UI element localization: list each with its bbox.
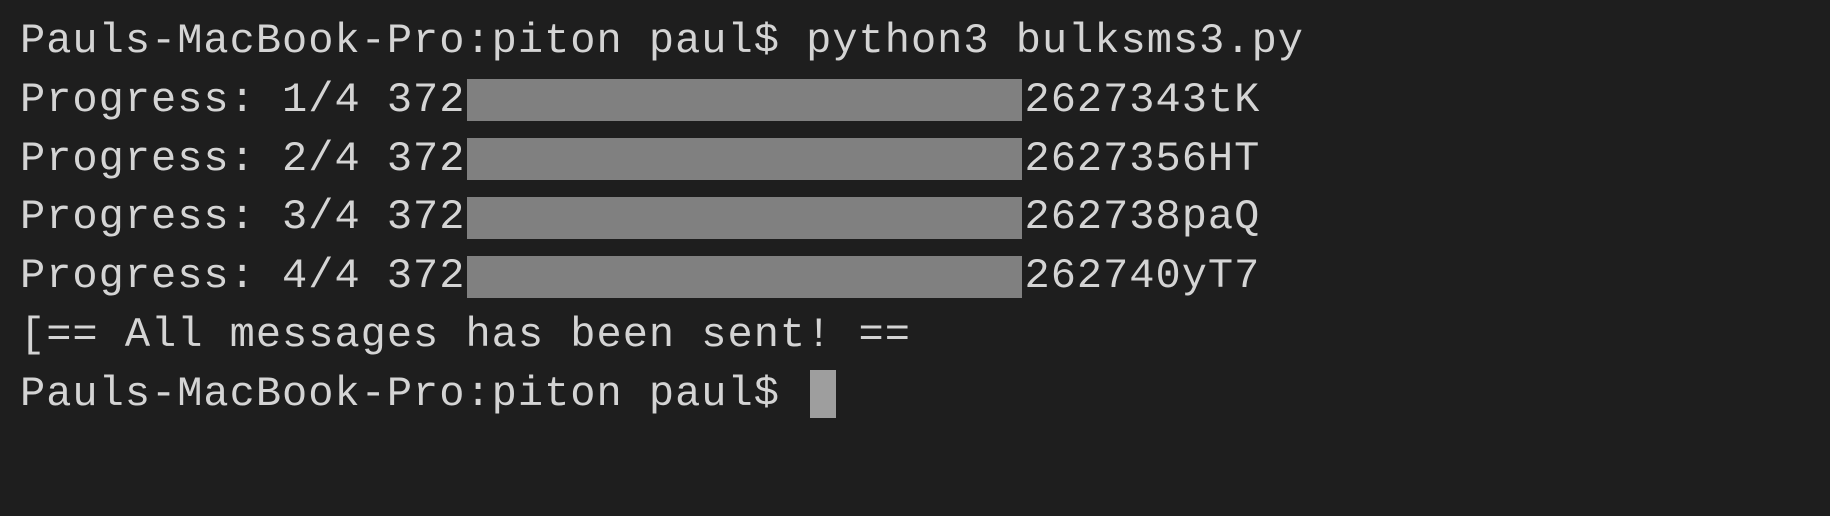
status-message: [== All messages has been sent! == xyxy=(20,306,1810,365)
command-text: python3 bulksms3.py xyxy=(806,12,1304,71)
progress-suffix: 262738paQ xyxy=(1024,188,1260,247)
progress-line: Progress: 2/4 372 2627356HT xyxy=(20,130,1810,189)
redacted-block xyxy=(467,79,1022,121)
progress-line: Progress: 3/4 372 262738paQ xyxy=(20,188,1810,247)
redacted-block xyxy=(467,138,1022,180)
progress-suffix: 2627343tK xyxy=(1024,71,1260,130)
shell-prompt: Pauls-MacBook-Pro:piton paul$ xyxy=(20,365,806,424)
command-line: Pauls-MacBook-Pro:piton paul$ python3 bu… xyxy=(20,12,1810,71)
progress-line: Progress: 4/4 372 262740yT7 xyxy=(20,247,1810,306)
redacted-block xyxy=(467,197,1022,239)
redacted-block xyxy=(467,256,1022,298)
progress-label: Progress: 4/4 372 xyxy=(20,247,465,306)
progress-label: Progress: 2/4 372 xyxy=(20,130,465,189)
progress-label: Progress: 1/4 372 xyxy=(20,71,465,130)
progress-suffix: 262740yT7 xyxy=(1024,247,1260,306)
progress-suffix: 2627356HT xyxy=(1024,130,1260,189)
final-prompt-line[interactable]: Pauls-MacBook-Pro:piton paul$ xyxy=(20,365,1810,424)
progress-line: Progress: 1/4 372 2627343tK xyxy=(20,71,1810,130)
progress-label: Progress: 3/4 372 xyxy=(20,188,465,247)
shell-prompt: Pauls-MacBook-Pro:piton paul$ xyxy=(20,12,806,71)
cursor-icon xyxy=(810,370,836,418)
